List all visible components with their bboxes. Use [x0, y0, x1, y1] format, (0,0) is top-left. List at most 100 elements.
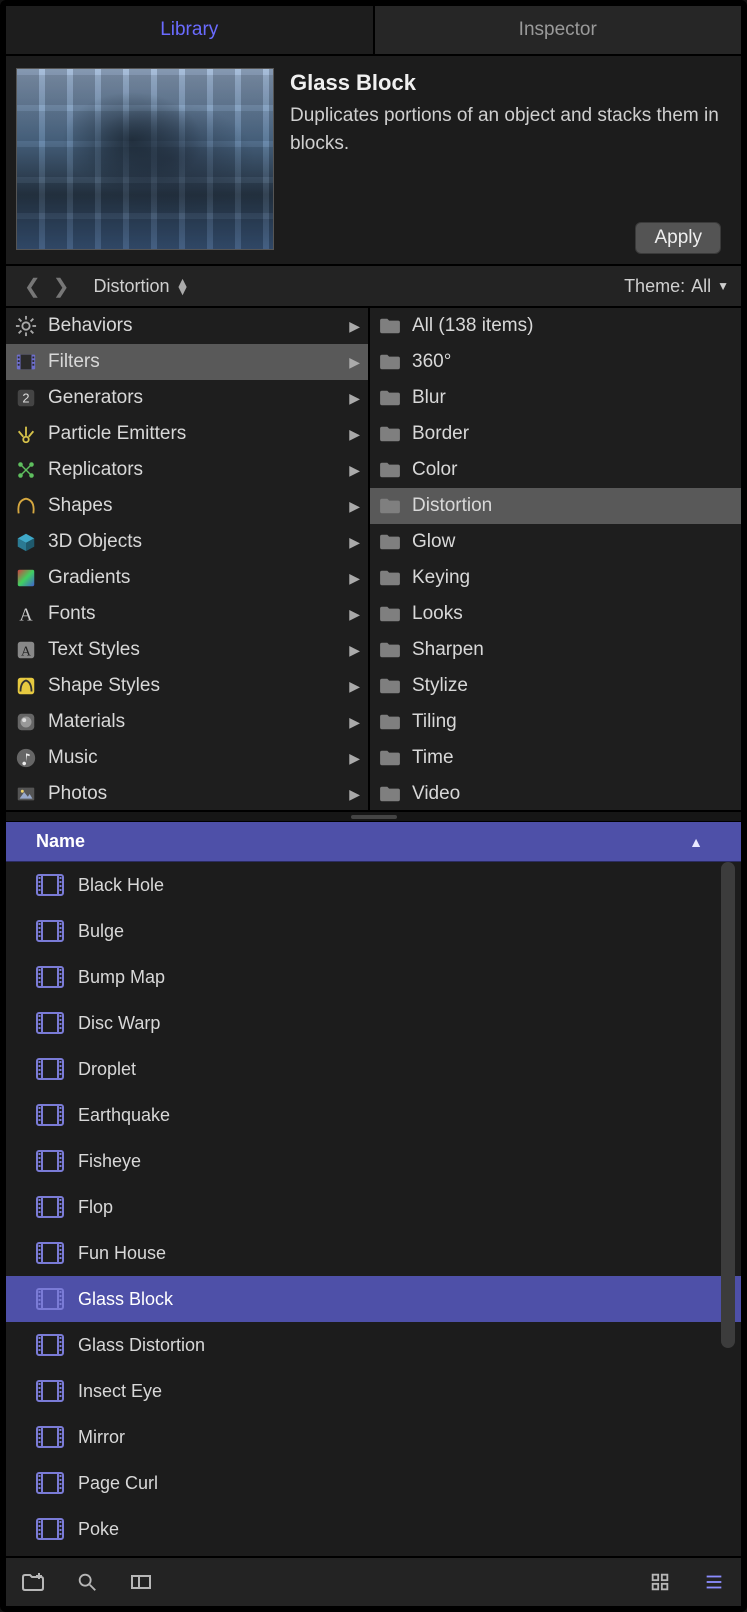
category-item[interactable]: Shape Styles▶	[6, 668, 368, 704]
fontA-icon	[12, 600, 40, 628]
folder-icon	[376, 564, 404, 592]
filmstrip-icon	[36, 1426, 64, 1448]
new-folder-icon[interactable]	[20, 1569, 46, 1595]
folder-icon	[376, 780, 404, 808]
subcategory-label: Distortion	[412, 495, 733, 517]
theme-value: All	[691, 276, 711, 297]
filter-item[interactable]: Disc Warp	[6, 1000, 741, 1046]
preview-thumbnail	[16, 68, 274, 250]
category-item[interactable]: Photos▶	[6, 776, 368, 810]
apply-button[interactable]: Apply	[635, 222, 721, 254]
shapestyle-icon	[12, 672, 40, 700]
folder-icon	[376, 348, 404, 376]
split-handle[interactable]	[6, 812, 741, 822]
category-item[interactable]: Text Styles▶	[6, 632, 368, 668]
music-icon	[12, 744, 40, 772]
filter-item[interactable]: Fisheye	[6, 1138, 741, 1184]
disclosure-arrow-icon: ▶	[349, 534, 360, 551]
subcategory-item[interactable]: Glow	[370, 524, 741, 560]
category-label: Photos	[48, 783, 349, 805]
category-item[interactable]: Materials▶	[6, 704, 368, 740]
subcategory-item[interactable]: 360°	[370, 344, 741, 380]
category-label: Generators	[48, 387, 349, 409]
filmstrip-icon	[36, 1242, 64, 1264]
preview-title: Glass Block	[290, 70, 721, 96]
subcategory-item[interactable]: Keying	[370, 560, 741, 596]
nav-forward-icon[interactable]: ❯	[47, 274, 76, 299]
filmstrip-icon	[36, 1288, 64, 1310]
folder-icon	[376, 636, 404, 664]
filmstrip-icon	[36, 920, 64, 942]
subcategory-item[interactable]: Time	[370, 740, 741, 776]
subcategory-item[interactable]: All (138 items)	[370, 308, 741, 344]
subcategory-item[interactable]: Color	[370, 452, 741, 488]
list-view-icon[interactable]	[701, 1569, 727, 1595]
category-label: Filters	[48, 351, 349, 373]
tab-library[interactable]: Library	[6, 6, 375, 54]
subcategory-item[interactable]: Tiling	[370, 704, 741, 740]
breadcrumb[interactable]: Distortion ▲▼	[94, 276, 190, 297]
filter-label: Mirror	[78, 1427, 125, 1448]
shape-icon	[12, 492, 40, 520]
category-item[interactable]: Fonts▶	[6, 596, 368, 632]
filter-item[interactable]: Glass Block	[6, 1276, 741, 1322]
category-item[interactable]: Shapes▶	[6, 488, 368, 524]
subcategory-item[interactable]: Stylize	[370, 668, 741, 704]
search-icon[interactable]	[74, 1569, 100, 1595]
folder-icon	[376, 600, 404, 628]
filter-item[interactable]: Fun House	[6, 1230, 741, 1276]
subcategory-item[interactable]: Looks	[370, 596, 741, 632]
subcategory-item[interactable]: Border	[370, 416, 741, 452]
subcategory-item[interactable]: Video	[370, 776, 741, 810]
filter-label: Flop	[78, 1197, 113, 1218]
column-header-name: Name	[36, 831, 85, 852]
gear-icon	[12, 312, 40, 340]
tab-inspector[interactable]: Inspector	[375, 6, 742, 54]
columns-view-icon[interactable]	[128, 1569, 154, 1595]
filter-item[interactable]: Insect Eye	[6, 1368, 741, 1414]
filter-item[interactable]: Flop	[6, 1184, 741, 1230]
subcategory-column: All (138 items) 360° BlurBorderColor Distor…	[370, 308, 741, 810]
subcategory-item[interactable]: Blur	[370, 380, 741, 416]
theme-selector[interactable]: Theme: All ▼	[624, 276, 729, 297]
disclosure-arrow-icon: ▶	[349, 678, 360, 695]
category-item[interactable]: Filters▶	[6, 344, 368, 380]
filter-item[interactable]: Glass Distortion	[6, 1322, 741, 1368]
category-item[interactable]: 3D Objects▶	[6, 524, 368, 560]
filter-label: Insect Eye	[78, 1381, 162, 1402]
fontBox-icon	[12, 636, 40, 664]
grid-view-icon[interactable]	[647, 1569, 673, 1595]
filter-label: Earthquake	[78, 1105, 170, 1126]
disclosure-arrow-icon: ▶	[349, 606, 360, 623]
scrollbar-thumb[interactable]	[721, 862, 735, 1348]
filmstrip-icon	[36, 1380, 64, 1402]
sort-ascending-icon: ▲	[689, 834, 703, 850]
nav-back-icon[interactable]: ❮	[18, 274, 47, 299]
filter-item[interactable]: Bulge	[6, 908, 741, 954]
subcategory-item[interactable]: Sharpen	[370, 632, 741, 668]
disclosure-arrow-icon: ▶	[349, 390, 360, 407]
category-item[interactable]: Generators▶	[6, 380, 368, 416]
gradient-icon	[12, 564, 40, 592]
filter-item[interactable]: Black Hole	[6, 862, 741, 908]
filter-label: Bump Map	[78, 967, 165, 988]
disclosure-arrow-icon: ▶	[349, 750, 360, 767]
filter-item[interactable]: Earthquake	[6, 1092, 741, 1138]
filter-item[interactable]: Page Curl	[6, 1460, 741, 1506]
filter-item[interactable]: Bump Map	[6, 954, 741, 1000]
filter-item[interactable]: Droplet	[6, 1046, 741, 1092]
category-item[interactable]: Replicators▶	[6, 452, 368, 488]
category-item[interactable]: Behaviors▶	[6, 308, 368, 344]
replicator-icon	[12, 456, 40, 484]
folder-icon	[376, 312, 404, 340]
bottom-toolbar	[6, 1556, 741, 1606]
subcategory-label: 360°	[412, 351, 733, 373]
filter-item[interactable]: Poke	[6, 1506, 741, 1552]
filter-item[interactable]: Mirror	[6, 1414, 741, 1460]
category-item[interactable]: Particle Emitters▶	[6, 416, 368, 452]
category-item[interactable]: Music▶	[6, 740, 368, 776]
scrollbar[interactable]	[717, 862, 741, 1556]
subcategory-item[interactable]: Distortion	[370, 488, 741, 524]
category-item[interactable]: Gradients▶	[6, 560, 368, 596]
list-header[interactable]: Name ▲	[6, 822, 741, 862]
